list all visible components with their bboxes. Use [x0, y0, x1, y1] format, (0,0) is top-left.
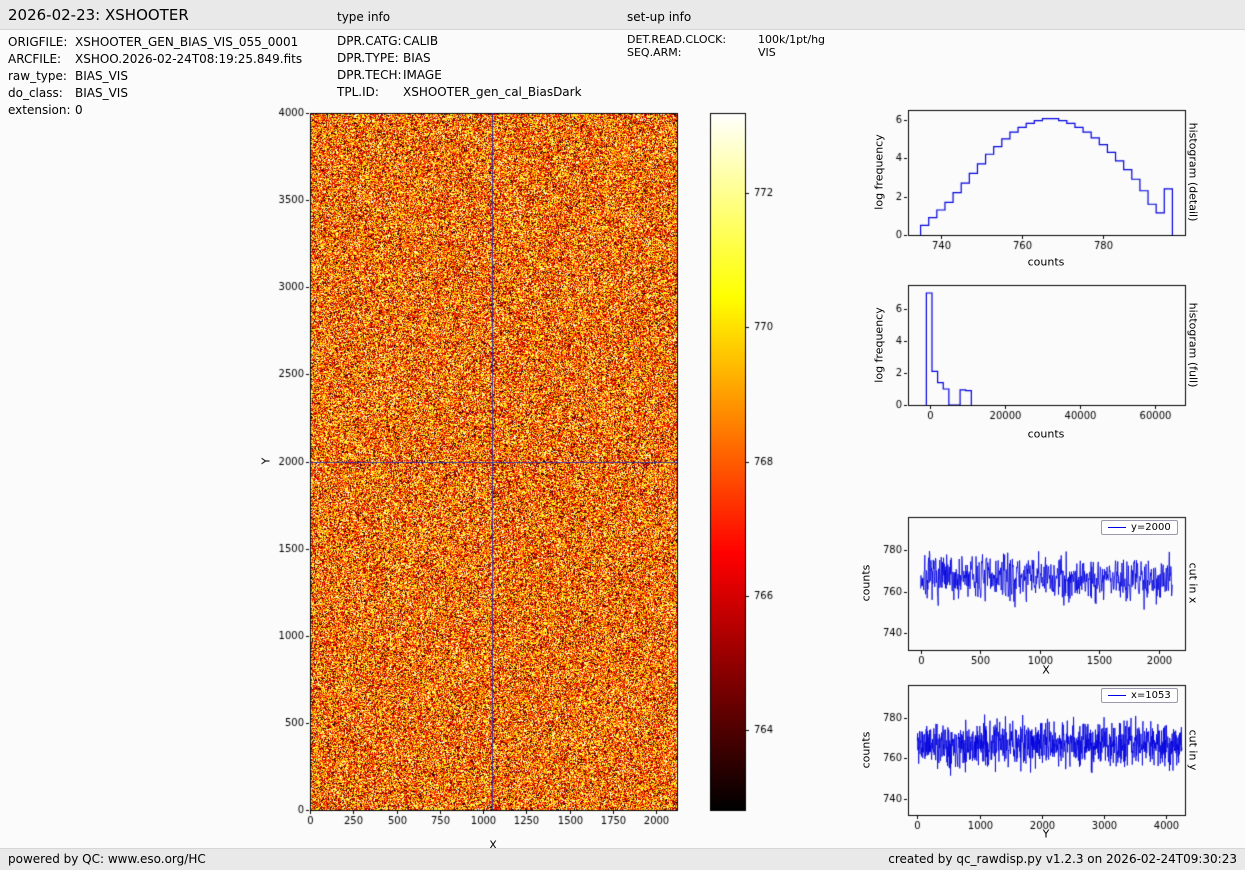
- raw-type-label: raw_type:: [8, 69, 67, 83]
- cut-y-xlabel: Y: [1042, 827, 1050, 841]
- do-class-value: BIAS_VIS: [75, 86, 128, 100]
- setup-info-block: DET.READ.CLOCK: 100k/1pt/hg SEQ.ARM: VIS: [627, 33, 825, 59]
- read-clock-value: 100k/1pt/hg: [758, 33, 826, 46]
- extension-label: extension:: [8, 103, 71, 117]
- bias-image-canvas: [240, 95, 710, 870]
- dpr-type-label: DPR.TYPE:: [337, 51, 399, 65]
- dpr-type-value: BIAS: [403, 51, 431, 65]
- arcfile-label: ARCFILE:: [8, 52, 62, 66]
- cut-x-legend-label: y=2000: [1131, 522, 1171, 533]
- type-info-row: DPR.CATG: CALIB: [337, 33, 582, 50]
- setup-info-row: SEQ.ARM: VIS: [627, 46, 825, 59]
- hist-detail-side-label: histogram (detail): [1186, 122, 1200, 222]
- dpr-catg-label: DPR.CATG:: [337, 34, 402, 48]
- hist-full-side-label: histogram (full): [1186, 302, 1200, 388]
- seq-arm-value: VIS: [758, 46, 776, 59]
- colorbar-canvas: [708, 95, 803, 870]
- footer-created-by: created by qc_rawdisp.py v1.2.3 on 2026-…: [888, 852, 1237, 866]
- cut-x-ylabel: counts: [859, 564, 873, 602]
- type-info-heading: type info: [337, 10, 391, 24]
- hist-detail-ylabel: log frequency: [872, 134, 886, 210]
- qc-report-page: 2026-02-23: XSHOOTER type info set-up in…: [0, 0, 1245, 870]
- arcfile-value: XSHOO.2026-02-24T08:19:25.849.fits: [75, 52, 303, 66]
- dpr-tech-value: IMAGE: [403, 68, 442, 82]
- do-class-label: do_class:: [8, 86, 63, 100]
- dpr-tech-label: DPR.TECH:: [337, 68, 402, 82]
- page-title: 2026-02-23: XSHOOTER: [8, 6, 189, 24]
- hist-full-canvas: [855, 270, 1200, 445]
- raw-type-value: BIAS_VIS: [75, 69, 128, 83]
- hist-full-xlabel: counts: [1027, 427, 1065, 441]
- file-info-row: raw_type: BIAS_VIS: [8, 68, 302, 85]
- extension-value: 0: [75, 103, 83, 117]
- cut-y-side-label: cut in y: [1186, 729, 1200, 771]
- hist-detail-xlabel: counts: [1027, 255, 1065, 269]
- setup-info-heading: set-up info: [627, 10, 692, 24]
- bottom-bar: powered by QC: www.eso.org/HC created by…: [0, 848, 1245, 870]
- top-bar: 2026-02-23: XSHOOTER type info set-up in…: [0, 0, 1245, 30]
- file-info-row: ARCFILE: XSHOO.2026-02-24T08:19:25.849.f…: [8, 51, 302, 68]
- hist-detail-canvas: [855, 95, 1200, 270]
- legend-line-sample: [1108, 527, 1126, 528]
- type-info-row: DPR.TYPE: BIAS: [337, 50, 582, 67]
- cut-y-legend: x=1053: [1101, 688, 1178, 703]
- file-info-row: ORIGFILE: XSHOOTER_GEN_BIAS_VIS_055_0001: [8, 34, 302, 51]
- cut-x-legend: y=2000: [1101, 520, 1178, 535]
- origfile-label: ORIGFILE:: [8, 35, 68, 49]
- type-info-block: DPR.CATG: CALIB DPR.TYPE: BIAS DPR.TECH:…: [337, 33, 582, 101]
- type-info-row: DPR.TECH: IMAGE: [337, 67, 582, 84]
- cut-y-ylabel: counts: [859, 731, 873, 769]
- dpr-catg-value: CALIB: [403, 34, 439, 48]
- hist-full-ylabel: log frequency: [872, 307, 886, 383]
- legend-line-sample: [1108, 695, 1126, 696]
- setup-info-row: DET.READ.CLOCK: 100k/1pt/hg: [627, 33, 825, 46]
- origfile-value: XSHOOTER_GEN_BIAS_VIS_055_0001: [75, 35, 299, 49]
- read-clock-label: DET.READ.CLOCK:: [627, 33, 727, 46]
- footer-powered-by: powered by QC: www.eso.org/HC: [8, 852, 206, 866]
- cut-y-legend-label: x=1053: [1131, 690, 1171, 701]
- bias-image-ylabel: Y: [259, 457, 273, 465]
- cut-x-side-label: cut in x: [1186, 562, 1200, 604]
- seq-arm-label: SEQ.ARM:: [627, 46, 682, 59]
